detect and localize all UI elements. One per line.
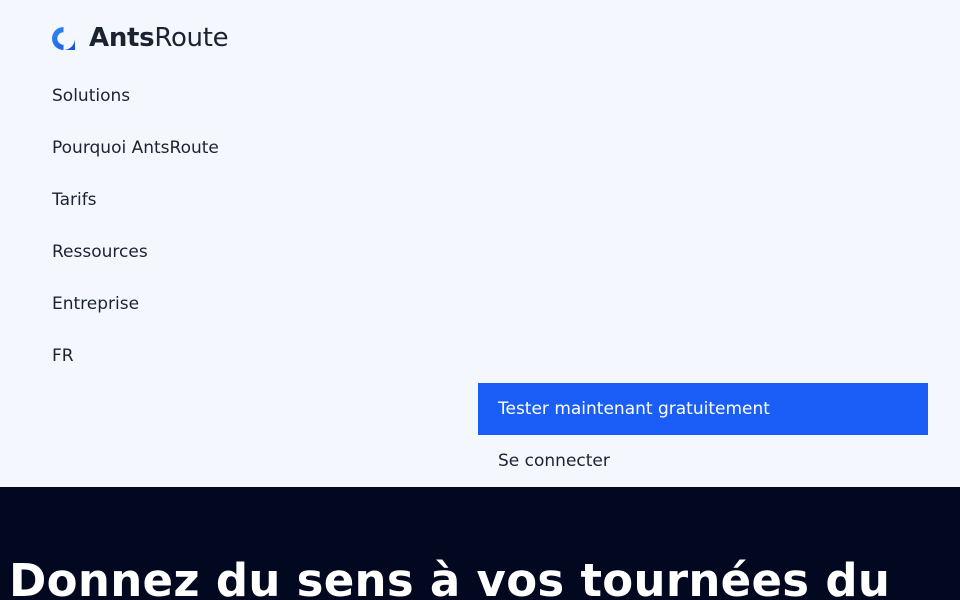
nav-item-pourquoi-antsroute[interactable]: Pourquoi AntsRoute <box>52 122 219 174</box>
hero-title: Donnez du sens à vos tournées du <box>9 554 891 600</box>
login-link[interactable]: Se connecter <box>478 435 928 487</box>
site-header: AntsRoute Solutions Pourquoi AntsRoute T… <box>0 0 960 487</box>
brand-logo[interactable]: AntsRoute <box>50 22 229 54</box>
nav-item-tarifs[interactable]: Tarifs <box>52 174 219 226</box>
try-free-button[interactable]: Tester maintenant gratuitement <box>478 383 928 435</box>
main-nav: Solutions Pourquoi AntsRoute Tarifs Ress… <box>52 70 219 382</box>
language-selector[interactable]: FR <box>52 330 219 382</box>
brand-name-light: Route <box>154 23 229 53</box>
hero-section: Donnez du sens à vos tournées du <box>0 487 960 600</box>
brand-name: AntsRoute <box>89 22 229 54</box>
nav-item-entreprise[interactable]: Entreprise <box>52 278 219 330</box>
antsroute-logo-icon <box>52 26 75 50</box>
nav-item-solutions[interactable]: Solutions <box>52 70 219 122</box>
brand-name-strong: Ants <box>89 23 155 53</box>
nav-item-ressources[interactable]: Ressources <box>52 226 219 278</box>
page: AntsRoute Solutions Pourquoi AntsRoute T… <box>0 0 960 600</box>
